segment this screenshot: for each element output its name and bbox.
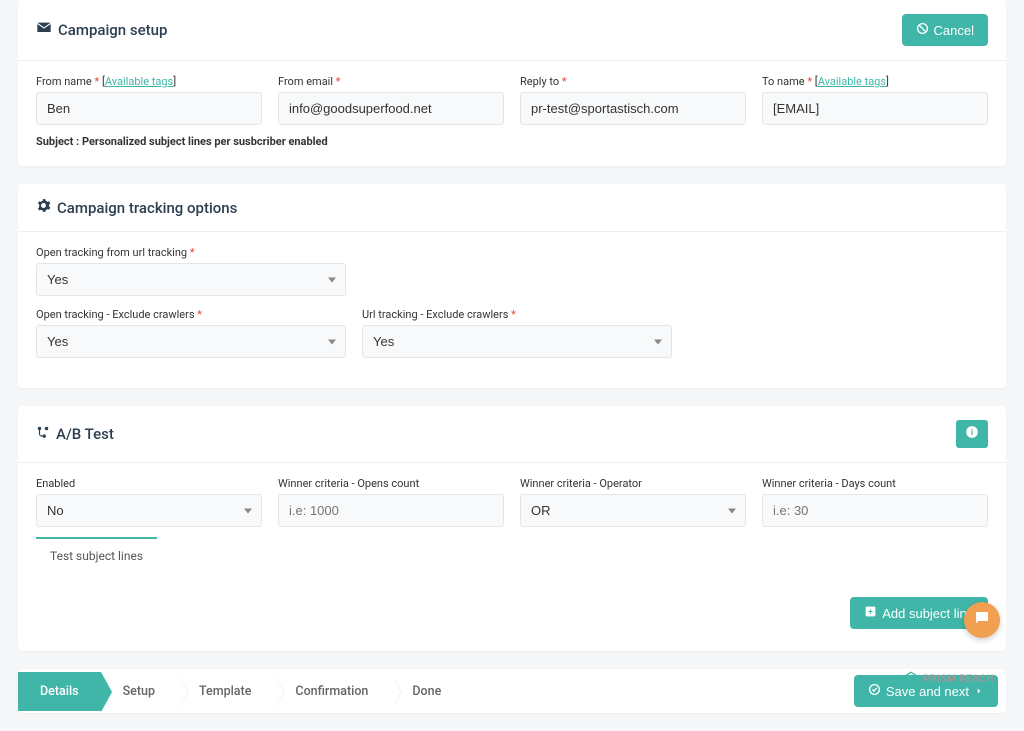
- campaign-setup-title: Campaign setup: [36, 20, 167, 40]
- tracking-title-text: Campaign tracking options: [57, 199, 237, 217]
- gear-icon: [36, 198, 51, 217]
- to-name-input[interactable]: [762, 92, 988, 125]
- from-name-tags-link[interactable]: Available tags: [105, 75, 173, 88]
- chat-icon: [973, 609, 991, 631]
- info-icon: i: [965, 425, 979, 443]
- abtest-days-label: Winner criteria - Days count: [762, 477, 988, 490]
- campaign-setup-title-text: Campaign setup: [58, 21, 167, 39]
- ban-icon: [916, 22, 929, 38]
- url-exclude-select[interactable]: Yes: [362, 325, 672, 358]
- step-details[interactable]: Details: [18, 672, 101, 711]
- url-exclude-label: Url tracking - Exclude crawlers *: [362, 308, 672, 321]
- info-button[interactable]: i: [956, 420, 988, 448]
- envelope-icon: [36, 20, 52, 40]
- tracking-panel: Campaign tracking options Open tracking …: [18, 184, 1006, 388]
- brand-watermark: PRISM REACH: [903, 671, 994, 687]
- cancel-button[interactable]: Cancel: [902, 14, 988, 46]
- abtest-days-input[interactable]: [762, 494, 988, 527]
- abtest-title-text: A/B Test: [56, 425, 114, 443]
- wizard-steps-bar: Details Setup Template Confirmation Done…: [18, 669, 1006, 713]
- abtest-operator-select[interactable]: OR: [520, 494, 746, 527]
- subject-line: Subject : Personalized subject lines per…: [36, 135, 988, 148]
- to-name-label: To name * [Available tags]: [762, 75, 988, 88]
- abtest-panel: A/B Test i Enabled No Win: [18, 406, 1006, 651]
- from-email-label: From email *: [278, 75, 504, 88]
- abtest-enabled-label: Enabled: [36, 477, 262, 490]
- brand-logo-icon: [903, 671, 919, 687]
- branch-icon: [36, 425, 50, 443]
- open-url-select[interactable]: Yes: [36, 263, 346, 296]
- svg-text:i: i: [971, 427, 973, 437]
- plus-square-icon: [864, 605, 877, 621]
- abtest-enabled-select[interactable]: No: [36, 494, 262, 527]
- abtest-opens-input[interactable]: [278, 494, 504, 527]
- abtest-title: A/B Test: [36, 425, 114, 443]
- step-setup[interactable]: Setup: [101, 672, 177, 711]
- tab-test-subject-lines[interactable]: Test subject lines: [36, 537, 157, 573]
- open-url-label: Open tracking from url tracking *: [36, 246, 346, 259]
- from-name-label: From name * [Available tags]: [36, 75, 262, 88]
- to-name-tags-link[interactable]: Available tags: [818, 75, 886, 88]
- cancel-label: Cancel: [934, 23, 974, 38]
- step-template[interactable]: Template: [177, 672, 273, 711]
- open-exclude-label: Open tracking - Exclude crawlers *: [36, 308, 346, 321]
- reply-to-label: Reply to *: [520, 75, 746, 88]
- chat-widget-button[interactable]: [964, 602, 1000, 638]
- open-exclude-select[interactable]: Yes: [36, 325, 346, 358]
- abtest-operator-label: Winner criteria - Operator: [520, 477, 746, 490]
- check-circle-icon: [868, 683, 881, 699]
- from-email-input[interactable]: [278, 92, 504, 125]
- step-confirmation[interactable]: Confirmation: [273, 672, 390, 711]
- reply-to-input[interactable]: [520, 92, 746, 125]
- from-name-input[interactable]: [36, 92, 262, 125]
- tracking-title: Campaign tracking options: [36, 198, 237, 217]
- campaign-setup-panel: Campaign setup Cancel From name * [Avail…: [18, 0, 1006, 166]
- abtest-opens-label: Winner criteria - Opens count: [278, 477, 504, 490]
- add-subject-line-label: Add subject line: [882, 606, 974, 621]
